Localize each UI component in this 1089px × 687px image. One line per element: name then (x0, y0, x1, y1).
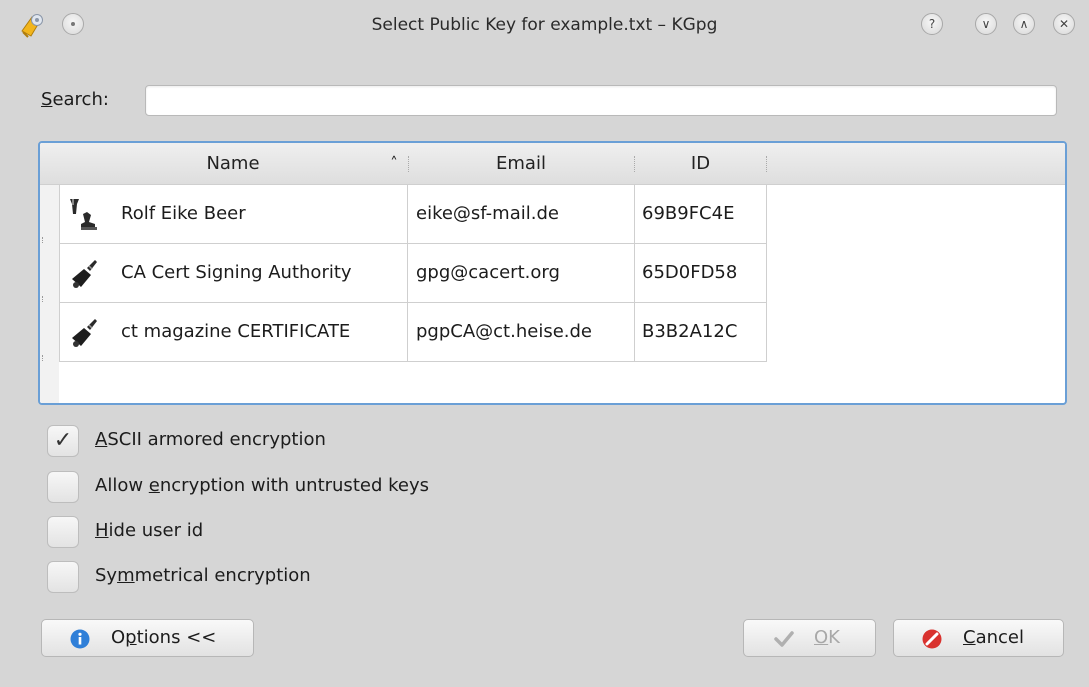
key-id-cell: B3B2A12C (635, 303, 767, 362)
name-cell: ct magazine CERTIFICATE (59, 303, 408, 362)
row-handle[interactable] (42, 237, 48, 243)
column-header-email[interactable]: Email (408, 143, 634, 184)
search-label: Search: (41, 89, 109, 110)
column-header-name-label: Name (206, 153, 260, 174)
close-icon[interactable]: ✕ (1053, 13, 1075, 35)
search-input[interactable] (145, 85, 1057, 116)
email-cell: gpg@cacert.org (408, 244, 635, 303)
column-header-name[interactable]: Name (59, 143, 407, 184)
column-header-email-label: Email (496, 153, 546, 174)
ascii-armor-checkbox[interactable]: ✓ (47, 425, 79, 457)
cancel-icon (922, 629, 942, 649)
row-handle[interactable] (42, 355, 48, 361)
table-header: Name ˄ Email ID (40, 143, 1065, 185)
cancel-button[interactable]: Cancel (893, 619, 1064, 657)
maximize-icon[interactable]: ∧ (1013, 13, 1035, 35)
options-button[interactable]: Options << (41, 619, 254, 657)
sort-ascending-icon[interactable]: ˄ (385, 152, 403, 174)
dialog-window: Select Public Key for example.txt – KGpg… (0, 0, 1089, 687)
hide-user-id-label[interactable]: Hide user id (95, 520, 203, 541)
checkmark-icon (774, 631, 794, 647)
key-id-cell: 65D0FD58 (635, 244, 767, 303)
minimize-icon[interactable]: ∨ (975, 13, 997, 35)
row-handle[interactable] (42, 296, 48, 302)
symmetrical-label[interactable]: Symmetrical encryption (95, 565, 311, 586)
title-bar[interactable]: Select Public Key for example.txt – KGpg… (0, 0, 1089, 62)
public-key-icon (72, 319, 97, 347)
ok-button-label: OK (814, 627, 840, 648)
untrusted-keys-checkbox[interactable] (47, 471, 79, 503)
symmetrical-checkbox[interactable] (47, 561, 79, 593)
email-cell: pgpCA@ct.heise.de (408, 303, 635, 362)
ascii-armor-label[interactable]: ASCII armored encryption (95, 429, 326, 450)
row-gutter (40, 185, 59, 403)
key-pair-icon (70, 199, 97, 230)
column-header-id-label: ID (690, 153, 711, 174)
key-table[interactable]: Name ˄ Email ID Rolf Eike Beer eike@sf-m… (38, 141, 1067, 405)
email-cell: eike@sf-mail.de (408, 185, 635, 244)
public-key-icon (72, 260, 97, 288)
hide-user-id-checkbox[interactable] (47, 516, 79, 548)
key-name: ct magazine CERTIFICATE (121, 321, 351, 342)
cancel-button-label: Cancel (963, 627, 1024, 648)
untrusted-keys-label[interactable]: Allow encryption with untrusted keys (95, 475, 429, 496)
key-id-cell: 69B9FC4E (635, 185, 767, 244)
options-button-label: Options << (111, 627, 217, 648)
name-cell: CA Cert Signing Authority (59, 244, 408, 303)
help-icon[interactable]: ? (921, 13, 943, 35)
column-separator[interactable] (766, 156, 768, 172)
search-label-rest: earch: (52, 89, 109, 110)
search-label-accel: S (41, 89, 53, 110)
info-icon (70, 629, 90, 649)
key-name: CA Cert Signing Authority (121, 262, 352, 283)
ok-button[interactable]: OK (743, 619, 876, 657)
key-name: Rolf Eike Beer (121, 203, 246, 224)
name-cell: Rolf Eike Beer (59, 185, 408, 244)
column-header-id[interactable]: ID (634, 143, 767, 184)
